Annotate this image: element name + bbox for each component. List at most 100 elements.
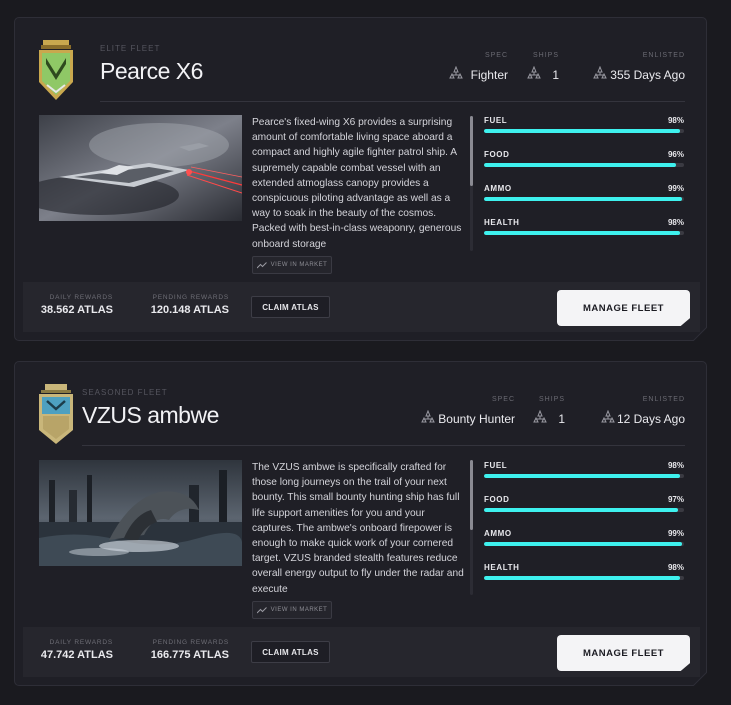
ships-label: SHIPS	[538, 396, 565, 403]
bar-track	[484, 576, 684, 580]
pending-rewards-value: 120.148 ATLAS	[150, 304, 229, 316]
bar-label: FOOD	[484, 495, 510, 504]
bar-value: 98%	[667, 563, 684, 572]
bar-track	[484, 129, 684, 133]
bar-fill	[484, 163, 676, 167]
seasoned-fleet-badge-icon	[39, 384, 73, 444]
bar-fill	[484, 197, 682, 201]
bar-value: 98%	[667, 116, 684, 125]
ship-cluster-icon	[449, 66, 463, 79]
bar-fill	[484, 231, 680, 235]
fuel-bar: FUEL 98%	[484, 116, 684, 150]
elite-fleet-badge-icon	[39, 40, 73, 100]
ammo-bar: AMMO 99%	[484, 529, 684, 563]
description-scrollbar[interactable]	[470, 116, 473, 251]
bar-track	[484, 474, 684, 478]
fleet-footer: DAILY REWARDS 47.742 ATLAS PENDING REWAR…	[23, 627, 700, 677]
health-bar: HEALTH 98%	[484, 563, 684, 597]
scrollbar-thumb[interactable]	[470, 460, 473, 530]
ammo-bar: AMMO 99%	[484, 184, 684, 218]
ship-cluster-icon	[527, 66, 541, 79]
manage-fleet-button[interactable]: MANAGE FLEET	[557, 290, 690, 326]
enlisted-value: 355 Days Ago	[610, 68, 685, 82]
claim-atlas-button[interactable]: CLAIM ATLAS	[251, 641, 330, 663]
bar-fill	[484, 129, 680, 133]
divider	[100, 101, 685, 102]
ship-cluster-icon	[601, 410, 615, 423]
fleet-card-pearce-x6: ELITE FLEET Pearce X6 SPEC Fighter SHIPS…	[14, 17, 707, 341]
pending-rewards-label: PENDING REWARDS	[152, 294, 229, 301]
ship-cluster-icon	[533, 410, 547, 423]
view-in-market-button[interactable]: VIEW IN MARKET	[252, 601, 332, 619]
bar-label: AMMO	[484, 184, 512, 193]
enlisted-stat: ENLISTED 355 Days Ago	[593, 52, 685, 92]
bar-label: HEALTH	[484, 218, 520, 227]
resource-bars: FUEL 98% FOOD 97% AMMO 99% HEALTH 98%	[484, 461, 684, 597]
bar-label: FUEL	[484, 116, 508, 125]
fleet-card-vzus-ambwe: SEASONED FLEET VZUS ambwe SPEC Bounty Hu…	[14, 361, 707, 686]
fleet-description: Pearce's fixed-wing X6 provides a surpri…	[252, 117, 462, 249]
food-bar: FOOD 96%	[484, 150, 684, 184]
view-in-market-label: VIEW IN MARKET	[270, 607, 328, 613]
fleet-footer: DAILY REWARDS 38.562 ATLAS PENDING REWAR…	[23, 282, 700, 332]
daily-rewards: DAILY REWARDS 38.562 ATLAS	[39, 294, 113, 316]
bar-track	[484, 508, 684, 512]
ships-stat: SHIPS 1	[527, 52, 559, 92]
daily-rewards: DAILY REWARDS 47.742 ATLAS	[39, 639, 113, 661]
fleet-tier: SEASONED FLEET	[82, 388, 168, 397]
ship-image	[39, 460, 242, 566]
bar-fill	[484, 474, 680, 478]
scrollbar-thumb[interactable]	[470, 116, 473, 186]
bar-value: 98%	[667, 218, 684, 227]
divider	[82, 445, 685, 446]
bar-label: AMMO	[484, 529, 512, 538]
ship-cluster-icon	[421, 410, 435, 423]
spec-label: SPEC	[484, 52, 508, 59]
bar-value: 99%	[667, 184, 684, 193]
claim-atlas-button[interactable]: CLAIM ATLAS	[251, 296, 330, 318]
spec-value: Fighter	[470, 68, 508, 82]
fuel-bar: FUEL 98%	[484, 461, 684, 495]
trending-up-icon	[256, 606, 267, 613]
description-scrollbar[interactable]	[470, 460, 473, 595]
spec-label: SPEC	[491, 396, 515, 403]
enlisted-value: 12 Days Ago	[616, 412, 685, 426]
bar-track	[484, 163, 684, 167]
bar-value: 99%	[667, 529, 684, 538]
fleet-description: The VZUS ambwe is specifically crafted f…	[252, 462, 464, 594]
bar-track	[484, 231, 684, 235]
daily-rewards-label: DAILY REWARDS	[49, 639, 113, 646]
manage-fleet-button[interactable]: MANAGE FLEET	[557, 635, 690, 671]
enlisted-stat: ENLISTED 12 Days Ago	[601, 396, 685, 436]
pending-rewards-value: 166.775 ATLAS	[150, 649, 229, 661]
bar-fill	[484, 542, 682, 546]
bar-label: FUEL	[484, 461, 508, 470]
resource-bars: FUEL 98% FOOD 96% AMMO 99% HEALTH 98%	[484, 116, 684, 252]
bar-value: 98%	[667, 461, 684, 470]
spec-value: Bounty Hunter	[438, 412, 515, 426]
corner-notch	[693, 672, 707, 686]
fleet-tier: ELITE FLEET	[100, 44, 161, 53]
spec-stat: SPEC Bounty Hunter	[421, 396, 515, 436]
bar-fill	[484, 508, 678, 512]
corner-notch	[693, 327, 707, 341]
view-in-market-button[interactable]: VIEW IN MARKET	[252, 256, 332, 274]
ships-label: SHIPS	[532, 52, 559, 59]
spec-stat: SPEC Fighter	[449, 52, 508, 92]
ships-stat: SHIPS 1	[533, 396, 565, 436]
enlisted-label: ENLISTED	[642, 396, 685, 403]
ship-cluster-icon	[593, 66, 607, 79]
health-bar: HEALTH 98%	[484, 218, 684, 252]
pending-rewards: PENDING REWARDS 166.775 ATLAS	[149, 639, 229, 661]
bar-label: HEALTH	[484, 563, 520, 572]
ship-image	[39, 115, 242, 221]
bar-track	[484, 197, 684, 201]
pending-rewards: PENDING REWARDS 120.148 ATLAS	[149, 294, 229, 316]
ships-value: 1	[558, 412, 565, 426]
fleet-name: VZUS ambwe	[82, 402, 219, 428]
bar-value: 97%	[667, 495, 684, 504]
bar-track	[484, 542, 684, 546]
food-bar: FOOD 97%	[484, 495, 684, 529]
pending-rewards-label: PENDING REWARDS	[152, 639, 229, 646]
daily-rewards-value: 47.742 ATLAS	[40, 649, 113, 661]
